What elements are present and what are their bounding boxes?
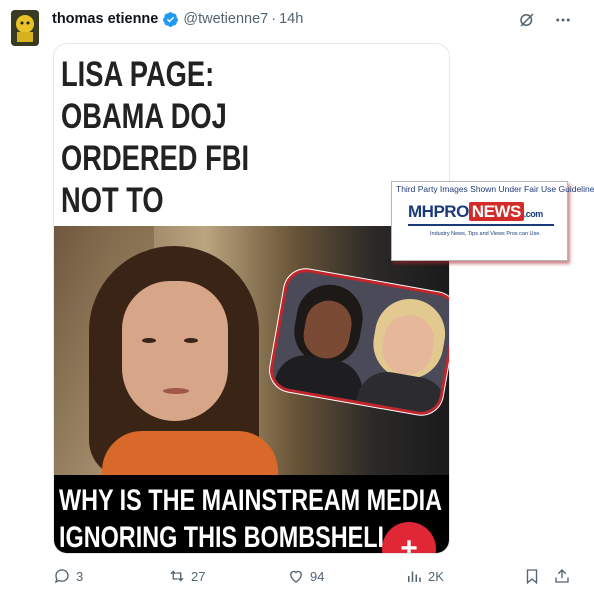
more-icon[interactable]: [552, 9, 574, 31]
heart-icon: [290, 570, 302, 583]
watermark-fair-use-text: Third Party Images Shown Under Fair Use …: [396, 184, 594, 194]
repost-icon: [170, 570, 184, 582]
logo-mh: MH: [408, 202, 434, 221]
logo-pro: PRO: [433, 202, 469, 221]
display-name[interactable]: thomas etienne: [52, 11, 158, 27]
tweet: thomas etienne @twetienne7 · 14h LISA PA…: [0, 0, 594, 606]
reply-button[interactable]: 3: [53, 567, 83, 585]
separator-dot: ·: [271, 11, 277, 27]
watermark-badge: Third Party Images Shown Under Fair Use …: [391, 181, 594, 261]
grok-icon[interactable]: [516, 9, 538, 31]
header-actions: [516, 9, 574, 31]
reply-icon: [54, 569, 69, 584]
share-icon: [555, 569, 569, 583]
like-count: 94: [310, 568, 325, 584]
avatar[interactable]: [11, 10, 39, 46]
logo-com: .com: [523, 209, 544, 219]
avatar-image: [11, 10, 39, 46]
views-icon: [408, 571, 421, 582]
reply-count: 3: [76, 568, 84, 584]
tweet-header: thomas etienne @twetienne7 · 14h: [52, 9, 303, 29]
bookmark-icon: [526, 569, 538, 585]
watermark-tagline: Industry News, Tips and Views Pros can U…: [430, 231, 541, 237]
logo-news: NEWS: [468, 202, 524, 221]
watermark-logo: MHPRO NEWS .com: [408, 202, 543, 222]
media-bottom-line-1: WHY IS THE MAINSTREAM MEDIA: [59, 484, 443, 517]
bookmark-button[interactable]: [523, 567, 541, 585]
handle[interactable]: @twetienne7: [183, 11, 268, 27]
share-button[interactable]: [553, 567, 571, 585]
verified-badge-icon: [162, 11, 179, 28]
repost-button[interactable]: 27: [168, 567, 205, 585]
views-button[interactable]: 2K: [405, 567, 444, 585]
repost-count: 27: [191, 568, 206, 584]
like-button[interactable]: 94: [287, 567, 324, 585]
views-count: 2K: [428, 568, 444, 584]
logo-underline: [408, 224, 554, 226]
tweet-actions: 3 27 94 2K: [53, 567, 583, 589]
timestamp[interactable]: 14h: [279, 11, 303, 27]
tweet-media-image[interactable]: LISA PAGE: OBAMA DOJ ORDERED FBI NOT TO …: [53, 43, 450, 554]
